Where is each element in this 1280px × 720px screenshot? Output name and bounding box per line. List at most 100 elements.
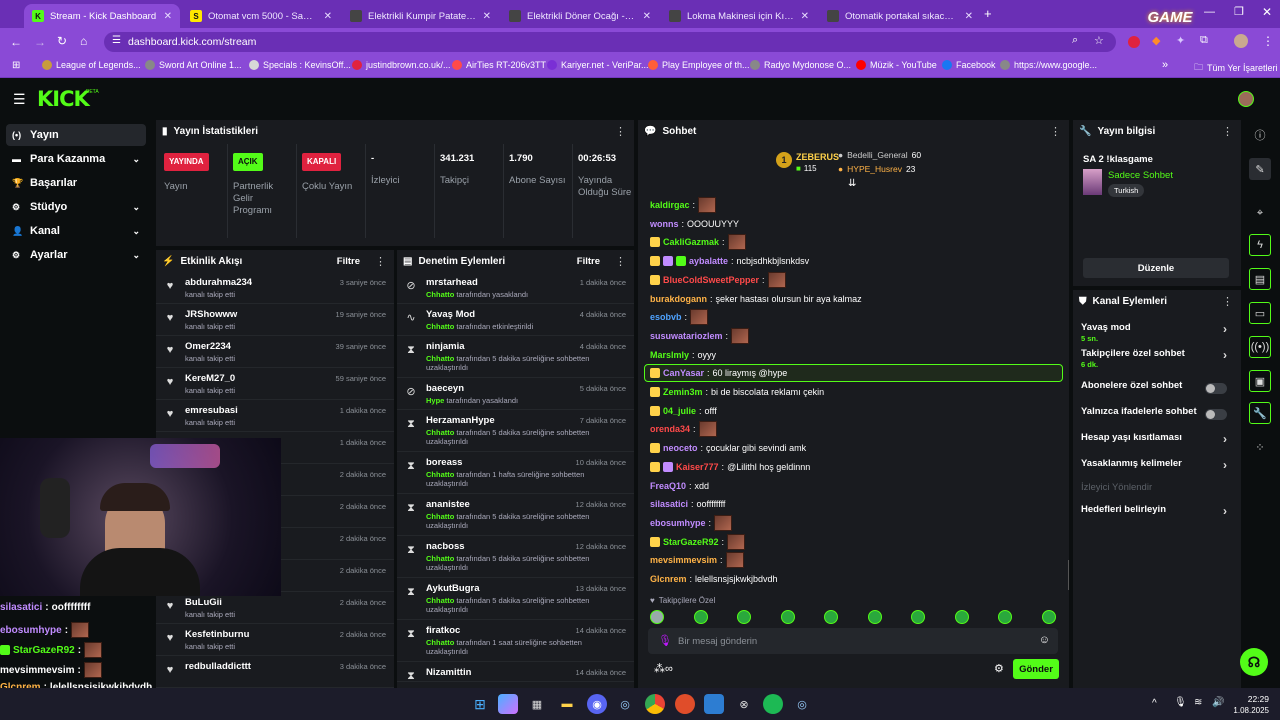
activity-user-name[interactable]: abdurahma234 <box>185 277 252 288</box>
microphone-icon[interactable]: 🎙 <box>658 634 672 647</box>
chat-message[interactable]: BlueColdSweetPepper: <box>650 271 786 288</box>
quick-emote-icon[interactable] <box>954 610 969 624</box>
chat-message[interactable]: CakliGazmak: <box>650 234 746 251</box>
chevron-down-icon[interactable]: ⌄ <box>132 250 140 261</box>
photos-icon[interactable] <box>704 694 724 714</box>
chevron-down-icon[interactable]: ⌄ <box>132 226 140 237</box>
chat-more-icon[interactable]: ⋮ <box>1050 125 1061 138</box>
extension-icon[interactable] <box>1128 36 1140 48</box>
toggle-switch[interactable] <box>1205 383 1227 394</box>
chevron-right-icon[interactable]: › <box>1223 322 1227 336</box>
moderation-row[interactable]: ⊘ mrstarhead Chhatto tarafından yasaklandı… <box>397 272 634 304</box>
channel-action-item[interactable]: Takipçilere özel sohbet 6 dk. › <box>1081 348 1233 369</box>
moderation-target-name[interactable]: baeceyn <box>426 383 464 394</box>
url-field[interactable]: ☰ dashboard.kick.com/stream ⌕ ☆ <box>104 32 1116 52</box>
spotify-icon[interactable] <box>763 694 783 714</box>
quick-emote-icon[interactable] <box>998 610 1012 624</box>
toggle-switch[interactable] <box>1205 409 1227 420</box>
channel-action-item[interactable]: Yavaş mod 5 sn. › <box>1081 322 1233 343</box>
apps-grid-icon[interactable]: ⊞ <box>12 60 20 71</box>
chat-username[interactable]: CakliGazmak <box>663 237 719 247</box>
sidebar-item[interactable]: 👤 Kanal ⌄ <box>6 220 146 242</box>
sidebar-item[interactable]: (•) Yayın <box>6 124 146 146</box>
bookmark-link[interactable]: Specials : KevinsOff... <box>249 60 351 70</box>
volume-icon[interactable]: 🔊 <box>1212 697 1224 708</box>
steam-icon[interactable]: ◎ <box>615 694 635 714</box>
chat-username[interactable]: Marslmly <box>650 350 689 360</box>
browser-tab[interactable]: K Stream - Kick Dashboard ✕ <box>24 4 180 28</box>
file-explorer-icon[interactable]: ▬ <box>557 694 577 714</box>
moderation-target-name[interactable]: ninjamia <box>426 341 465 352</box>
chat-message[interactable]: CanYasar:60 liraymış @hype <box>650 366 787 380</box>
chat-message[interactable]: kaldirgac: <box>650 197 717 213</box>
bookmark-link[interactable]: Facebook <box>942 60 996 70</box>
chevron-right-icon[interactable]: › <box>1223 432 1227 446</box>
moderator-name[interactable]: Chhatto <box>426 354 454 363</box>
bookmark-link[interactable]: Radyo Mydonose O... <box>750 60 851 70</box>
moderation-target-name[interactable]: firatkoc <box>426 625 460 636</box>
activity-user-name[interactable]: emresubasi <box>185 405 238 416</box>
stats-more-icon[interactable]: ⋮ <box>615 125 626 138</box>
lightning-icon[interactable]: ϟ <box>1249 234 1271 256</box>
moderation-row[interactable]: ∿ Yavaş Mod Chhatto tarafından etkinleştir… <box>397 304 634 336</box>
activity-row[interactable]: ♥ emresubasi kanalı takip etti 1 dakika önc… <box>156 400 394 432</box>
chat-username[interactable]: aybalatte <box>689 256 728 266</box>
browser-tab[interactable]: Elektrikli Döner Ocağı - 1 Gözlü ✕ <box>501 4 659 28</box>
tab-close-icon[interactable]: ✕ <box>801 11 809 22</box>
chat-message[interactable]: Kaiser777: @Lilithl hoş geldinnn <box>650 460 810 474</box>
chat-message[interactable]: Zemin3m: bi de biscolata reklamı çekin <box>650 385 824 399</box>
moderation-target-name[interactable]: HerzamanHype <box>426 415 495 426</box>
chat-message[interactable]: FreaQ10: xdd <box>650 479 709 493</box>
chat-username[interactable]: 04_julie <box>663 406 696 416</box>
moderation-target-name[interactable]: AykutBugra <box>426 583 480 594</box>
chevron-right-icon[interactable]: › <box>1223 504 1227 518</box>
sidebar-item[interactable]: 🏆 Başarılar <box>6 172 146 194</box>
site-info-icon[interactable]: ☰ <box>112 35 121 46</box>
windows-start-icon[interactable]: ⊞ <box>470 694 490 714</box>
chat-message[interactable]: 04_julie: offf <box>650 404 717 418</box>
chat-message[interactable]: susuwatariozlem: <box>650 327 750 344</box>
channel-action-item[interactable]: Yalnızca ifadelerle sohbet <box>1081 406 1233 424</box>
activity-user-name[interactable]: JRShowww <box>185 309 237 320</box>
bookmark-link[interactable]: https://www.google... <box>1000 60 1097 70</box>
xbox-icon[interactable]: ⊗ <box>734 694 754 714</box>
moderator-name[interactable]: Chhatto <box>426 512 454 521</box>
chat-scrollbar[interactable] <box>1068 560 1069 590</box>
chat-icon[interactable]: ▭ <box>1249 302 1271 324</box>
moderation-row[interactable]: ⧗ AykutBugra Chhatto tarafından 5 dakika s… <box>397 578 634 620</box>
bookmark-star-icon[interactable]: ☆ <box>1094 34 1104 47</box>
bookmark-link[interactable]: justindbrown.co.uk/... <box>352 60 451 70</box>
chat-message[interactable]: aybalatte: ncbjsdhkbjlsnkdsv <box>650 254 809 268</box>
close-window-button[interactable]: ✕ <box>1262 5 1272 19</box>
info-icon[interactable]: ⓘ <box>1249 124 1271 146</box>
moderator-name[interactable]: Chhatto <box>426 428 454 437</box>
chat-message[interactable]: esobvb: <box>650 309 709 326</box>
quick-emote-icon[interactable] <box>780 610 795 624</box>
chat-username[interactable]: neoceto <box>663 443 698 453</box>
kick-logo[interactable]: KICK <box>37 87 90 111</box>
moderation-row[interactable]: ⧗ nacboss Chhatto tarafından 5 dakika süre… <box>397 536 634 578</box>
bookmark-link[interactable]: Kariyer.net - VeriPar... <box>547 60 649 70</box>
discord-icon[interactable]: ◉ <box>587 694 607 714</box>
browser-tab[interactable]: Otomatik portakal sıkacağı - Tu ✕ <box>819 4 981 28</box>
channel-actions-more-icon[interactable]: ⋮ <box>1222 295 1233 308</box>
moderator-name[interactable]: Hype <box>426 396 444 405</box>
activity-filter-button[interactable]: Filtre <box>337 256 360 267</box>
chat-username[interactable]: Zemin3m <box>663 387 703 397</box>
chat-username[interactable]: burakdogann <box>650 294 707 304</box>
sidebar-item[interactable]: ⚙ Ayarlar ⌄ <box>6 244 146 266</box>
chevron-down-icon[interactable]: ⌄ <box>132 202 140 213</box>
activity-user-name[interactable]: KereM27_0 <box>185 373 235 384</box>
chat-username[interactable]: wonns <box>650 219 679 229</box>
channel-action-item[interactable]: Hedefleri belirleyin › <box>1081 504 1233 522</box>
activity-row[interactable]: ♥ Omer2234 kanalı takip etti 39 saniye önce <box>156 336 394 368</box>
zoom-icon[interactable]: ⌕ <box>1072 34 1078 47</box>
pencil-icon[interactable]: ✎ <box>1249 158 1271 180</box>
chat-users-icon[interactable]: ⁂∞ <box>654 662 673 675</box>
moderation-row[interactable]: ⧗ HerzamanHype Chhatto tarafından 5 dakika… <box>397 410 634 452</box>
quick-emote-icon[interactable] <box>824 610 838 624</box>
quick-emote-icon[interactable] <box>737 610 751 624</box>
user-avatar[interactable] <box>1238 91 1254 107</box>
chat-username[interactable]: Glcnrem <box>650 574 687 584</box>
tab-close-icon[interactable]: ✕ <box>643 11 651 22</box>
